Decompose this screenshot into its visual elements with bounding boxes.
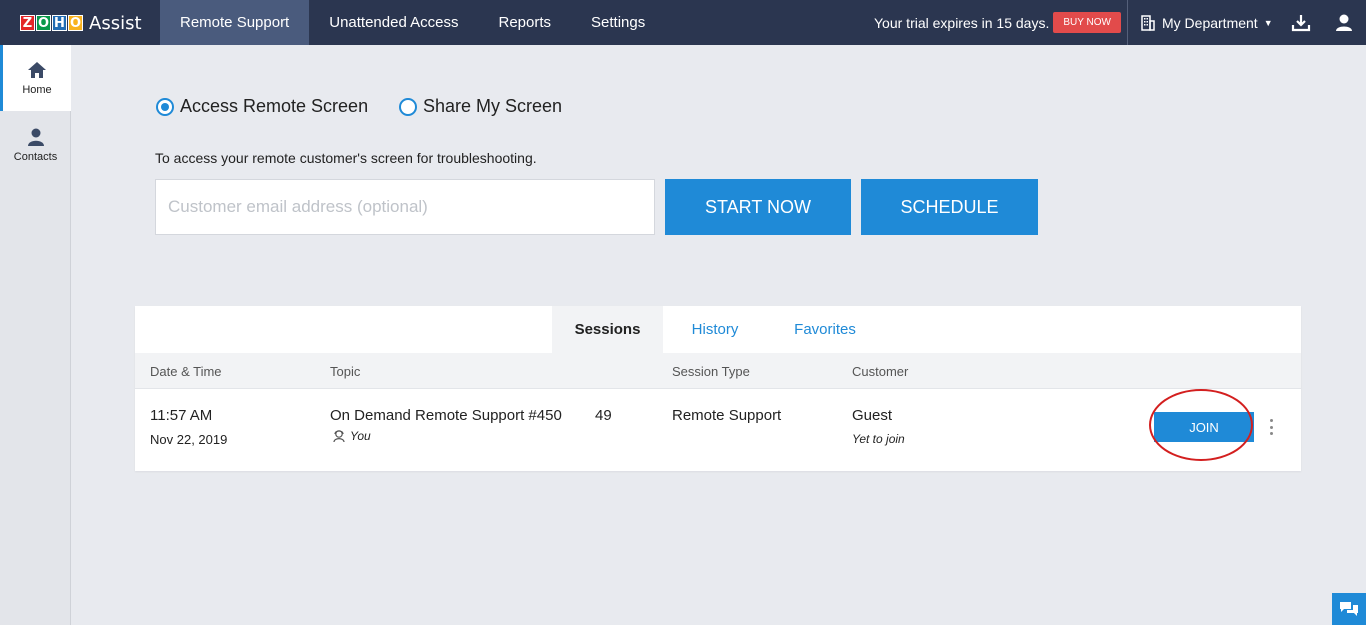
trial-text: Your trial expires in 15 days.: [874, 14, 1050, 31]
nav-reports[interactable]: Reports: [479, 0, 572, 45]
sidebar-item-contacts[interactable]: Contacts: [0, 112, 71, 178]
mode-description: To access your remote customer's screen …: [155, 150, 537, 166]
more-options-icon[interactable]: [1268, 419, 1274, 435]
main-nav: Remote Support Unattended Access Reports…: [160, 0, 665, 45]
chat-icon: [1340, 602, 1358, 616]
header-divider: [1127, 0, 1128, 45]
technician-icon: [333, 430, 345, 443]
session-owner-label: You: [350, 429, 371, 443]
column-header-customer: Customer: [852, 363, 909, 379]
chat-button[interactable]: [1332, 593, 1366, 625]
join-button[interactable]: JOIN: [1154, 412, 1254, 442]
sidebar-item-label: Home: [22, 84, 52, 96]
sidebar-item-home[interactable]: Home: [0, 45, 71, 111]
radio-access-remote-screen[interactable]: Access Remote Screen: [156, 96, 368, 117]
logo-letter-z: Z: [20, 15, 35, 31]
nav-settings[interactable]: Settings: [571, 0, 665, 45]
department-selector[interactable]: My Department ▼: [1140, 0, 1273, 45]
top-bar: Z O H O Assist Remote Support Unattended…: [0, 0, 1366, 45]
user-icon[interactable]: [1334, 13, 1354, 33]
logo-letter-o: O: [36, 15, 51, 31]
building-icon: [1141, 14, 1155, 31]
download-icon[interactable]: [1291, 13, 1311, 33]
sidebar-item-label: Contacts: [13, 151, 58, 163]
tab-favorites[interactable]: Favorites: [775, 306, 875, 353]
nav-remote-support[interactable]: Remote Support: [160, 0, 310, 45]
session-topic: On Demand Remote Support #450: [330, 407, 562, 424]
session-time: 11:57 AM: [150, 407, 213, 424]
nav-unattended-access[interactable]: Unattended Access: [309, 0, 478, 45]
logo-letter-h: H: [52, 15, 67, 31]
logo-letter-o: O: [68, 15, 83, 31]
radio-label: Access Remote Screen: [180, 96, 369, 116]
sessions-panel: Sessions History Favorites Date & Time T…: [135, 306, 1301, 471]
app-name: Assist: [89, 12, 142, 34]
tab-history[interactable]: History: [673, 306, 757, 353]
column-header-date-time: Date & Time: [150, 363, 222, 379]
contacts-icon: [27, 128, 44, 146]
tab-sessions[interactable]: Sessions: [552, 306, 663, 353]
customer-email-input[interactable]: [155, 179, 655, 235]
table-header: Date & Time Topic Session Type Customer: [135, 353, 1301, 389]
zoho-logo-tiles: Z O H O: [20, 15, 84, 31]
chevron-down-icon: ▼: [1263, 17, 1273, 28]
session-topic-suffix: 49: [595, 407, 612, 424]
schedule-button[interactable]: SCHEDULE: [861, 179, 1038, 235]
home-icon: [28, 62, 46, 78]
left-sidebar: Home Contacts: [0, 45, 71, 625]
department-label: My Department: [1162, 14, 1258, 31]
session-date: Nov 22, 2019: [150, 432, 228, 447]
buy-now-button[interactable]: BUY NOW: [1053, 12, 1121, 33]
customer-status: Yet to join: [852, 432, 905, 446]
radio-button-checked[interactable]: [156, 97, 174, 116]
radio-label: Share My Screen: [423, 96, 563, 116]
session-customer: Guest: [852, 407, 893, 424]
column-header-session-type: Session Type: [672, 363, 750, 379]
zoho-assist-logo[interactable]: Z O H O Assist: [20, 10, 142, 36]
trial-notice: Your trial expires in 15 days. BUY NOW: [874, 0, 1121, 45]
start-now-button[interactable]: START NOW: [665, 179, 851, 235]
radio-button-unchecked[interactable]: [399, 97, 417, 116]
column-header-topic: Topic: [330, 363, 361, 379]
session-type: Remote Support: [672, 407, 782, 424]
session-owner: You: [332, 429, 371, 443]
radio-share-my-screen[interactable]: Share My Screen: [399, 96, 562, 117]
